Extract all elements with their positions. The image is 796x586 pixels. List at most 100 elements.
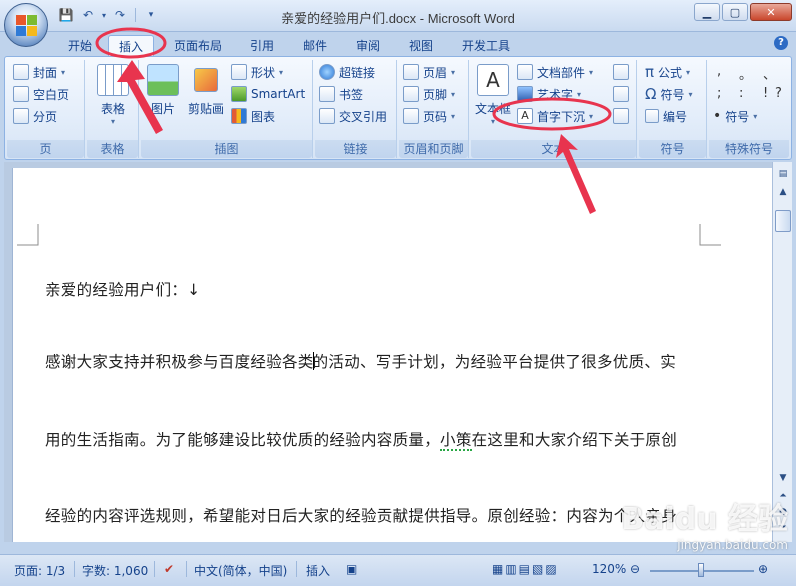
- status-bar: 页面: 1/3 字数: 1,060 ✔ 中文(简体，中国) 插入 ▣ ▦▥▤▧▨…: [0, 554, 796, 586]
- page-number-icon: [403, 108, 419, 124]
- tab-references[interactable]: 引用: [240, 35, 284, 56]
- smartart-button[interactable]: SmartArt: [231, 84, 305, 104]
- page-break-button[interactable]: 分页: [13, 106, 57, 126]
- tab-developer[interactable]: 开发工具: [452, 35, 520, 56]
- date-time-icon: [613, 86, 629, 102]
- vertical-scrollbar[interactable]: ▤ ▲ ▼ ⏶ ● ⏷: [772, 162, 792, 542]
- maximize-icon[interactable]: ▢: [722, 3, 748, 21]
- group-label-links: 链接: [315, 140, 396, 158]
- window-controls: ▁ ▢ ✕: [694, 3, 792, 21]
- paragraph-line-3: 经验的内容评选规则，希望能对日后大家的经验贡献提供指导。原创经验：内容为个人亲身: [45, 507, 678, 525]
- language-indicator[interactable]: 中文(简体，中国): [194, 562, 287, 579]
- group-label-text: 文本: [471, 140, 636, 158]
- tab-review[interactable]: 审阅: [346, 35, 390, 56]
- insert-object-button[interactable]: [613, 106, 629, 126]
- tab-insert[interactable]: 插入: [108, 35, 155, 56]
- hyperlink-button[interactable]: 超链接: [319, 62, 375, 82]
- symbol-period[interactable]: 。: [739, 64, 752, 83]
- word-count[interactable]: 字数: 1,060: [82, 562, 148, 579]
- status-separator: [186, 561, 187, 577]
- scroll-up-icon[interactable]: ▲: [774, 184, 792, 200]
- zoom-in-icon[interactable]: ⊕: [758, 562, 768, 576]
- dropdown-arrow-icon: ▾: [589, 67, 594, 77]
- title-bar: 💾 ↶ ▾ ↷ ▾ 亲爱的经验用户们.docx - Microsoft Word…: [0, 0, 796, 32]
- ruler-toggle-icon[interactable]: ▤: [774, 166, 792, 182]
- cross-reference-button[interactable]: 交叉引用: [319, 106, 387, 126]
- picture-button[interactable]: 图片: [143, 64, 183, 117]
- page-count[interactable]: 页面: 1/3: [14, 562, 65, 579]
- drop-cap-button[interactable]: A 首字下沉 ▾: [517, 106, 593, 126]
- scroll-down-icon[interactable]: ▼: [774, 470, 792, 486]
- header-icon: [403, 64, 419, 80]
- proofing-icon[interactable]: ✔: [164, 562, 174, 576]
- group-pages: 封面 ▾ 空白页 分页 页: [7, 60, 85, 158]
- view-buttons[interactable]: ▦▥▤▧▨: [492, 562, 559, 576]
- scrollbar-thumb[interactable]: [775, 210, 791, 232]
- symbol-comma[interactable]: ,: [717, 64, 721, 79]
- dropdown-arrow-icon: ▾: [577, 89, 582, 99]
- smartart-icon: [231, 86, 247, 102]
- textbox-button[interactable]: A 文本框 ▾: [473, 64, 513, 126]
- numbering-button[interactable]: 编号: [645, 106, 687, 126]
- office-logo-icon: [16, 15, 38, 37]
- blank-page-button[interactable]: 空白页: [13, 84, 69, 104]
- footer-button[interactable]: 页脚 ▾: [403, 84, 455, 104]
- cover-page-button[interactable]: 封面 ▾: [13, 62, 65, 82]
- bookmark-button[interactable]: 书签: [319, 84, 363, 104]
- grammar-flagged-text: 小策: [440, 431, 472, 451]
- office-button[interactable]: [4, 3, 48, 47]
- macro-record-icon[interactable]: ▣: [346, 562, 357, 576]
- insert-mode[interactable]: 插入: [306, 562, 330, 579]
- dropdown-arrow-icon: ▾: [490, 117, 495, 126]
- quick-parts-button[interactable]: 文档部件 ▾: [517, 62, 593, 82]
- omega-icon: Ω: [645, 85, 657, 103]
- date-time-button[interactable]: [613, 84, 629, 104]
- wordart-button[interactable]: 艺术字 ▾: [517, 84, 581, 104]
- dropdown-arrow-icon: ▾: [451, 67, 456, 77]
- symbol-enum-comma[interactable]: 、: [763, 64, 776, 83]
- pi-icon: π: [645, 63, 655, 81]
- tab-view[interactable]: 视图: [399, 35, 443, 56]
- footer-icon: [403, 86, 419, 102]
- table-button[interactable]: 表格 ▾: [95, 64, 131, 126]
- status-separator: [154, 561, 155, 577]
- chart-button[interactable]: 图表: [231, 106, 275, 126]
- group-special-symbols: , 。 、 ; : ! ? • 符号 ▾ 特殊符号: [709, 60, 789, 158]
- dropdown-arrow-icon: ▾: [686, 67, 691, 77]
- paragraph-line-2: 用的生活指南。为了能够建设比较优质的经验内容质量，小策在这里和大家介绍下关于原创: [45, 431, 678, 451]
- group-links: 超链接 书签 交叉引用 链接: [315, 60, 397, 158]
- help-icon[interactable]: ?: [774, 36, 788, 50]
- clipart-button[interactable]: 剪贴画: [185, 64, 227, 117]
- hyperlink-icon: [319, 64, 335, 80]
- minimize-icon[interactable]: ▁: [694, 3, 720, 21]
- tab-mailings[interactable]: 邮件: [293, 35, 337, 56]
- ribbon-insert: 封面 ▾ 空白页 分页 页 表格 ▾ 表格 图片 剪贴画 形状 ▾ SmartA…: [4, 56, 792, 160]
- document-area: 亲爱的经验用户们：↓ 感谢大家支持并积极参与百度经验各类的活动、写手计划，为经验…: [4, 162, 772, 542]
- symbol-button[interactable]: Ω 符号 ▾: [645, 84, 693, 104]
- document-page[interactable]: 亲爱的经验用户们：↓ 感谢大家支持并积极参与百度经验各类的活动、写手计划，为经验…: [12, 168, 772, 542]
- group-symbols: π 公式 ▾ Ω 符号 ▾ 编号 符号: [639, 60, 707, 158]
- signature-line-button[interactable]: [613, 62, 629, 82]
- close-icon[interactable]: ✕: [750, 3, 792, 21]
- symbol-question[interactable]: ?: [775, 86, 782, 101]
- textbox-icon: A: [477, 64, 509, 96]
- window-title: 亲爱的经验用户们.docx - Microsoft Word: [281, 11, 515, 26]
- quick-parts-icon: [517, 64, 533, 80]
- crop-mark-right-icon: [699, 224, 721, 246]
- dropdown-arrow-icon: ▾: [753, 111, 758, 121]
- tab-page-layout[interactable]: 页面布局: [164, 35, 232, 56]
- signature-line-icon: [613, 64, 629, 80]
- symbol-colon[interactable]: :: [739, 86, 743, 101]
- wordart-icon: [517, 86, 533, 102]
- equation-button[interactable]: π 公式 ▾: [645, 62, 690, 82]
- shapes-button[interactable]: 形状 ▾: [231, 62, 283, 82]
- symbol-exclamation[interactable]: !: [763, 86, 768, 101]
- zoom-out-icon[interactable]: ⊖: [630, 562, 640, 576]
- page-number-button[interactable]: 页码 ▾: [403, 106, 455, 126]
- zoom-level[interactable]: 120%: [592, 562, 626, 576]
- tab-home[interactable]: 开始: [58, 35, 102, 56]
- header-button[interactable]: 页眉 ▾: [403, 62, 455, 82]
- symbol-semicolon[interactable]: ;: [717, 86, 721, 101]
- special-symbol-button[interactable]: • 符号 ▾: [713, 106, 757, 126]
- zoom-slider-thumb[interactable]: [698, 563, 704, 577]
